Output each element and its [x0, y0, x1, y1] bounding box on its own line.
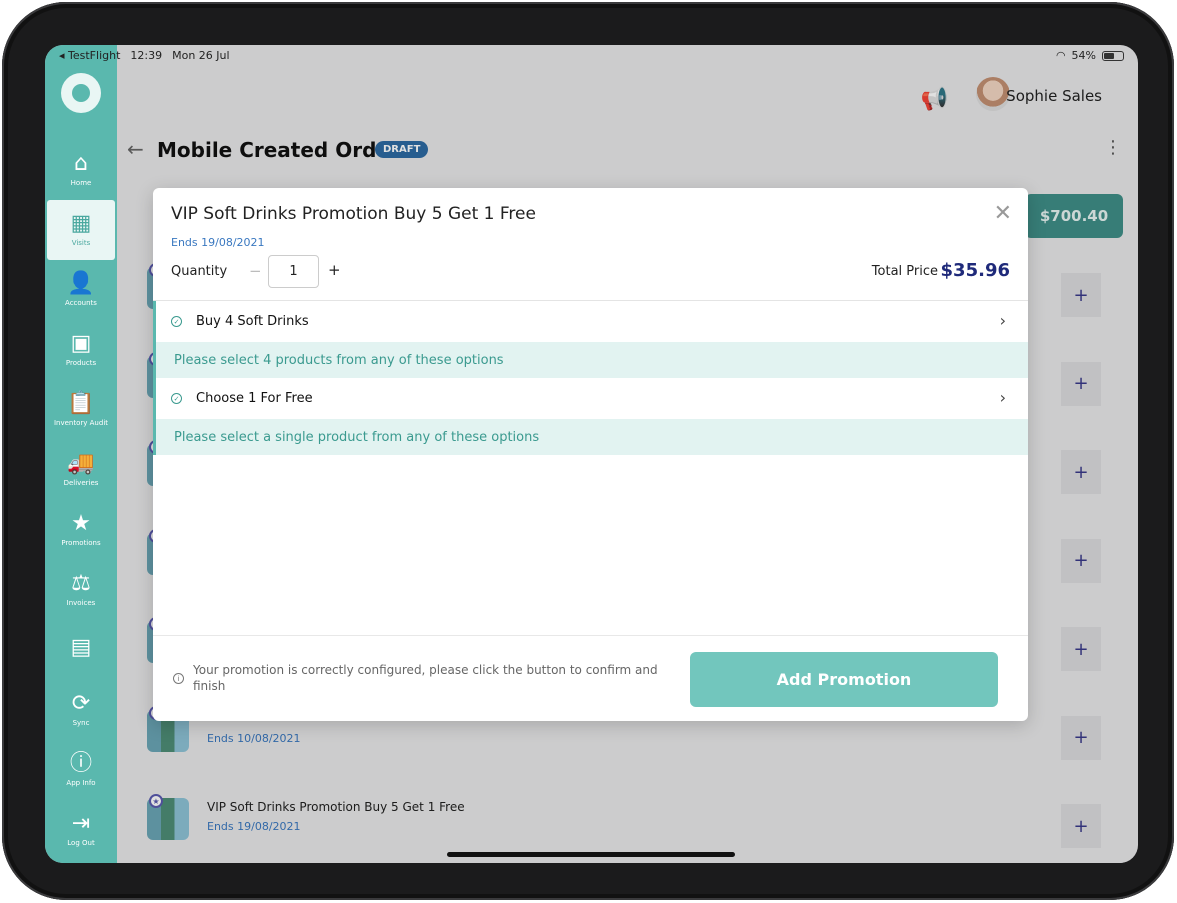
quantity-increment-button[interactable]: +	[328, 261, 341, 279]
sidebar-item-label: Log Out	[67, 839, 95, 847]
sidebar-item-home[interactable]: ⌂ Home	[45, 140, 117, 200]
store-icon: ▦	[70, 211, 92, 236]
app-logo[interactable]	[61, 73, 101, 113]
status-time: 12:39	[130, 49, 163, 62]
screen: ◂ TestFlight 12:39 Mon 26 Jul ◠ 54% ⌂ Hom…	[45, 45, 1138, 863]
check-circle-icon: ✓	[171, 316, 182, 327]
step-row-buy[interactable]: ✓ Buy 4 Soft Drinks ›	[153, 301, 1028, 342]
wifi-icon: ◠	[1055, 49, 1066, 62]
close-icon[interactable]: ✕	[994, 201, 1012, 226]
sidebar-item-log-out[interactable]: ⇥ Log Out	[45, 800, 117, 860]
add-promotion-button[interactable]: Add Promotion	[690, 652, 998, 707]
clipboard-icon: 📋	[67, 391, 95, 416]
footer-message: Your promotion is correctly configured, …	[193, 663, 658, 693]
sidebar-item-invoices[interactable]: ⚖ Invoices	[45, 560, 117, 620]
sidebar-item-accounts[interactable]: 👤 Accounts	[45, 260, 117, 320]
sidebar-nav: ⌂ Home ▦ Visits 👤 Accounts ▣ Products 📋 Inventory…	[45, 140, 117, 860]
total-price-value: $35.96	[940, 260, 1010, 281]
sidebar-item-contacts[interactable]: ▤	[45, 620, 117, 680]
sidebar-item-app-info[interactable]: ⓘ App Info	[45, 740, 117, 800]
sidebar-item-label: Products	[65, 359, 97, 367]
sidebar-item-products[interactable]: ▣ Products	[45, 320, 117, 380]
battery-percent: 54%	[1071, 49, 1096, 62]
sync-icon: ⟳	[71, 691, 91, 716]
sidebar-item-label: Sync	[72, 719, 90, 727]
sidebar-item-label: Visits	[71, 239, 91, 247]
step-row-free[interactable]: ✓ Choose 1 For Free ›	[153, 378, 1028, 419]
device-frame: ◂ TestFlight 12:39 Mon 26 Jul ◠ 54% ⌂ Hom…	[2, 2, 1174, 900]
sidebar-item-label: Accounts	[65, 299, 97, 307]
step-hint: Please select 4 products from any of the…	[153, 342, 1028, 378]
sidebar-item-promotions[interactable]: ★ Promotions	[45, 500, 117, 560]
logout-icon: ⇥	[71, 811, 91, 836]
sidebar: ⌂ Home ▦ Visits 👤 Accounts ▣ Products 📋 Inventory…	[45, 45, 117, 863]
chevron-right-icon: ›	[999, 388, 1006, 407]
battery-icon	[1102, 50, 1124, 61]
modal-ends-date: Ends 19/08/2021	[171, 236, 265, 249]
quantity-decrement-button[interactable]: −	[249, 262, 262, 280]
status-carrier: ◂ TestFlight	[59, 49, 121, 62]
step-label: Choose 1 For Free	[196, 391, 313, 406]
accounts-icon: 👤	[67, 271, 95, 296]
modal-title: VIP Soft Drinks Promotion Buy 5 Get 1 Fr…	[171, 204, 536, 224]
sidebar-item-label: Promotions	[61, 539, 101, 547]
info-icon: ⓘ	[69, 751, 92, 776]
quantity-label: Quantity	[171, 264, 228, 279]
check-circle-icon: ✓	[171, 393, 182, 404]
promotion-steps: ✓ Buy 4 Soft Drinks › Please select 4 pr…	[153, 300, 1028, 455]
home-icon: ⌂	[74, 151, 88, 176]
sidebar-item-label: App Info	[66, 779, 96, 787]
status-bar: ◂ TestFlight 12:39 Mon 26 Jul ◠ 54%	[45, 45, 1138, 65]
info-icon: i	[173, 673, 184, 684]
total-price-label: Total Price	[871, 264, 938, 279]
status-date: Mon 26 Jul	[172, 49, 230, 62]
step-label: Buy 4 Soft Drinks	[196, 314, 309, 329]
sidebar-item-label: Invoices	[66, 599, 96, 607]
home-indicator[interactable]	[447, 852, 735, 857]
scales-icon: ⚖	[71, 571, 91, 596]
step-hint: Please select a single product from any …	[153, 419, 1028, 455]
modal-footer: i Your promotion is correctly configured…	[153, 635, 1028, 721]
sidebar-item-label: Deliveries	[63, 479, 99, 487]
quantity-input[interactable]	[268, 255, 319, 288]
id-card-icon: ▤	[70, 635, 92, 660]
sidebar-item-sync[interactable]: ⟳ Sync	[45, 680, 117, 740]
products-icon: ▣	[70, 331, 92, 356]
sidebar-item-deliveries[interactable]: 🚚 Deliveries	[45, 440, 117, 500]
sidebar-item-label: Inventory Audit	[53, 419, 109, 427]
promotion-modal: VIP Soft Drinks Promotion Buy 5 Get 1 Fr…	[153, 188, 1028, 721]
truck-icon: 🚚	[67, 451, 95, 476]
sidebar-item-inventory-audit[interactable]: 📋 Inventory Audit	[45, 380, 117, 440]
star-icon: ★	[71, 511, 91, 536]
sidebar-item-visits[interactable]: ▦ Visits	[47, 200, 115, 260]
sidebar-item-label: Home	[70, 179, 92, 187]
chevron-right-icon: ›	[999, 311, 1006, 330]
